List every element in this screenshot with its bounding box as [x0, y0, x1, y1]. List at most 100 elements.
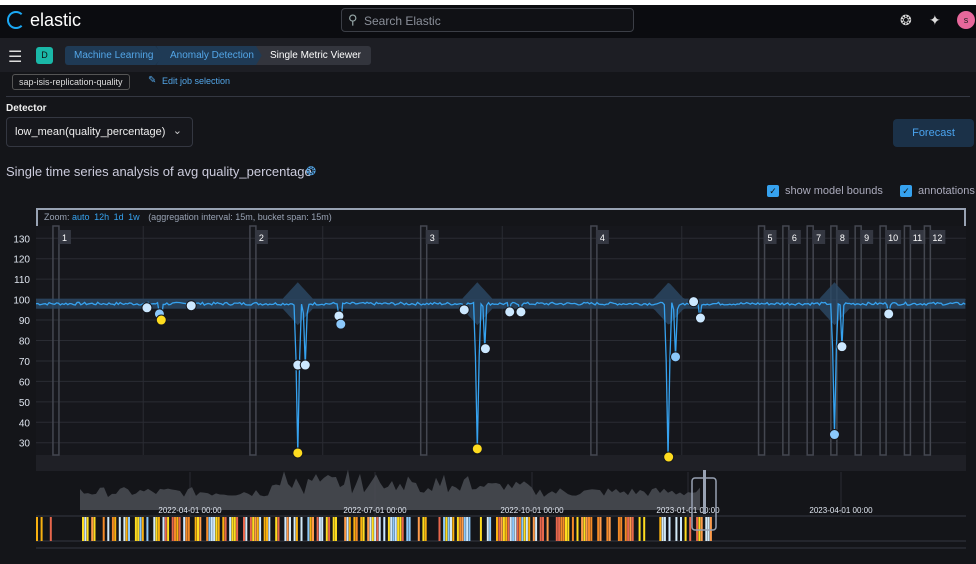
anomaly-marker-warning: [515, 306, 527, 318]
swimlane-cell: [525, 517, 528, 541]
swimlane-cell: [705, 517, 708, 541]
swimlane-cell: [300, 517, 303, 541]
annotation-label: 8: [840, 233, 845, 243]
swimlane-cell: [668, 517, 671, 541]
swimlane-cell: [183, 517, 186, 541]
annotation-label: 6: [792, 233, 797, 243]
swimlane-cell: [249, 517, 252, 541]
swimlane-cell: [452, 517, 455, 541]
anomaly-marker-warning: [504, 306, 516, 318]
anomaly-marker-warning: [299, 359, 311, 371]
swimlane-cell: [164, 517, 167, 541]
swimlane-cell: [174, 517, 176, 541]
swimlane-cell: [353, 517, 356, 541]
swimlane-cell: [638, 517, 641, 541]
y-tick-label: 70: [19, 357, 31, 368]
swimlane-cell: [500, 517, 503, 541]
swimlane-cell: [284, 517, 287, 541]
swimlane-cell: [266, 517, 268, 541]
annotation-label: 7: [816, 233, 821, 243]
swimlane-cell: [571, 517, 574, 541]
swimlane-cell: [374, 517, 377, 541]
swimlane-cell: [293, 517, 296, 541]
swimlane-cell: [567, 517, 570, 541]
swimlane-cell: [684, 517, 687, 541]
swimlane-cell: [139, 517, 142, 541]
swimlane-cell: [463, 517, 466, 541]
swimlane-cell: [263, 517, 266, 541]
swimlane-cell: [254, 517, 257, 541]
swimlane-cell: [275, 517, 278, 541]
swimlane-cell: [215, 517, 218, 541]
swimlane-cell: [295, 517, 298, 541]
overview-tick-label: 2022-07-01 00:00: [343, 506, 407, 515]
annotation-label: 12: [932, 233, 942, 243]
swimlane-cell: [155, 517, 158, 541]
overview-tick-label: 2022-04-01 00:00: [158, 506, 222, 515]
swimlane-cell: [233, 517, 236, 541]
swimlane-cell: [401, 517, 404, 541]
anomaly-marker-warning: [141, 302, 153, 314]
swimlane-cell: [689, 517, 692, 541]
swimlane-cell: [608, 517, 611, 541]
annotation-label: 10: [888, 233, 898, 243]
swimlane-cell: [523, 517, 526, 541]
swimlane-cell: [535, 517, 538, 541]
brush-handle: [703, 470, 706, 514]
overview-tick-label: 2022-10-01 00:00: [500, 506, 564, 515]
swimlane-cell: [125, 517, 128, 541]
x-axis-band: [36, 455, 966, 471]
swimlane-cell: [194, 517, 197, 541]
swimlane-cell: [447, 517, 450, 541]
swimlane-cell: [123, 517, 126, 541]
swimlane-cell: [371, 517, 374, 541]
swimlane-cell: [507, 517, 510, 541]
annotation-label: 3: [430, 233, 435, 243]
y-tick-label: 90: [19, 316, 31, 327]
chart-svg[interactable]: 304050607080901001101201302023-01-09 00:…: [0, 0, 976, 564]
swimlane-cell: [542, 517, 544, 541]
swimlane-cell: [659, 517, 662, 541]
swimlane-cell: [498, 517, 501, 541]
swimlane-cell: [206, 517, 209, 541]
swimlane-cell: [146, 517, 149, 541]
swimlane-cell: [631, 517, 634, 541]
swimlane-cell: [93, 517, 96, 541]
y-tick-label: 80: [19, 337, 31, 348]
swimlane-cell: [231, 517, 234, 541]
swimlane-cell: [312, 517, 314, 541]
swimlane-cell: [134, 517, 137, 541]
annotation-label: 9: [864, 233, 869, 243]
swimlane-cell: [643, 517, 646, 541]
swimlane-cell: [197, 517, 199, 541]
swimlane-cell: [629, 517, 632, 541]
swimlane-cell: [360, 517, 363, 541]
swimlane-cell: [512, 517, 515, 541]
swimlane-cell: [224, 517, 227, 541]
swimlane-cell: [675, 517, 678, 541]
swimlane-cell: [422, 517, 425, 541]
swimlane-cell: [107, 517, 110, 541]
overview-tick-label: 2023-04-01 00:00: [809, 506, 873, 515]
swimlane-cell: [606, 517, 609, 541]
swimlane-cell: [509, 517, 512, 541]
swimlane-cell: [698, 517, 701, 541]
swimlane-cell: [461, 517, 464, 541]
swimlane-cell: [562, 517, 565, 541]
swimlane-cell: [328, 517, 331, 541]
swimlane-cell: [489, 517, 492, 541]
swimlane-cell: [171, 517, 174, 541]
y-tick-label: 50: [19, 398, 31, 409]
swimlane-cell: [268, 517, 271, 541]
anomaly-marker-warning: [688, 296, 700, 308]
swimlane-cell: [367, 517, 370, 541]
swimlane-cell: [91, 517, 94, 541]
swimlane-cell: [178, 517, 181, 541]
swimlane-cell: [243, 517, 245, 541]
swimlane-cell: [176, 517, 179, 541]
swimlane-cell: [185, 517, 188, 541]
swimlane-cell: [546, 517, 549, 541]
swimlane-cell: [277, 517, 280, 541]
swimlane-cell: [558, 517, 561, 541]
swimlane-cell: [583, 517, 586, 541]
